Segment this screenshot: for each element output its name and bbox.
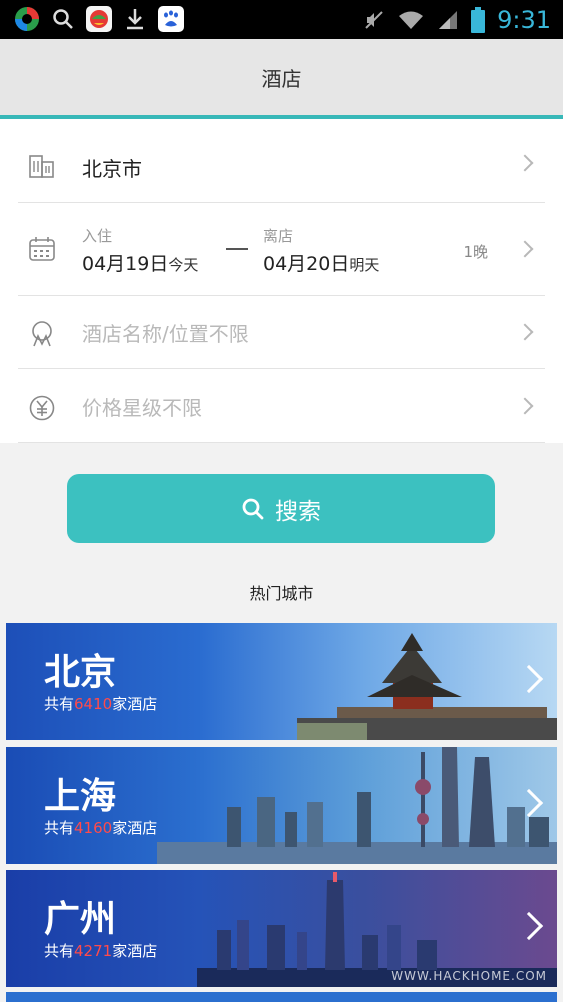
count-number: 6410 bbox=[74, 695, 113, 713]
checkin-day: 今天 bbox=[168, 256, 199, 274]
battery-icon bbox=[471, 6, 486, 33]
count-prefix: 共有 bbox=[44, 942, 75, 960]
checkout-label: 离店 bbox=[263, 227, 294, 245]
count-prefix: 共有 bbox=[44, 695, 75, 713]
date-selector[interactable]: 入住 04月19日今天 离店 04月20日明天 1晚 bbox=[18, 203, 545, 296]
checkin-date-value: 04月19日 bbox=[82, 253, 169, 275]
hotel-count: 共有4160家酒店 bbox=[44, 817, 157, 838]
count-prefix: 共有 bbox=[44, 819, 75, 837]
signal-icon bbox=[439, 10, 458, 29]
search-button-label: 搜索 bbox=[275, 498, 321, 525]
search-icon bbox=[50, 6, 76, 32]
checkout-date-value: 04月20日 bbox=[263, 253, 350, 275]
building-icon bbox=[29, 155, 54, 178]
checkout-day: 明天 bbox=[349, 256, 380, 274]
watermark: WWW.HACKHOME.COM bbox=[391, 969, 547, 983]
price-star-selector[interactable]: 价格星级不限 bbox=[18, 369, 545, 443]
count-suffix: 家酒店 bbox=[112, 942, 158, 960]
checkin-date: 04月19日今天 bbox=[82, 249, 198, 276]
chevron-right-icon bbox=[516, 397, 534, 415]
city-name: 广州 bbox=[44, 899, 117, 940]
price-star-placeholder: 价格星级不限 bbox=[82, 396, 202, 420]
hot-cities-title: 热门城市 bbox=[249, 584, 314, 603]
search-button[interactable]: 搜索 bbox=[67, 474, 495, 543]
hotel-name-selector[interactable]: 酒店名称/位置不限 bbox=[18, 296, 545, 369]
location-icon bbox=[32, 321, 52, 347]
app-icon bbox=[14, 6, 40, 32]
city-name: 上海 bbox=[44, 776, 117, 817]
shanghai-skyline-image bbox=[157, 747, 557, 864]
hotel-count: 共有4271家酒店 bbox=[44, 940, 157, 961]
city-card-shanghai[interactable]: 上海 共有4160家酒店 bbox=[6, 747, 557, 864]
chevron-right-icon bbox=[516, 154, 534, 172]
city-name: 北京 bbox=[44, 652, 117, 693]
chevron-right-icon bbox=[516, 240, 534, 258]
city-card-beijing[interactable]: 北京 共有6410家酒店 bbox=[6, 623, 557, 740]
baidu-icon bbox=[158, 6, 184, 32]
count-number: 4160 bbox=[74, 819, 113, 837]
mute-icon bbox=[365, 10, 383, 29]
title-bar: 酒店 bbox=[0, 39, 563, 115]
yuan-icon bbox=[29, 395, 55, 421]
checkout-date: 04月20日明天 bbox=[263, 249, 379, 276]
search-form: 北京市 入住 04月19日今天 离店 04月20日明天 1晚 酒店名称/位置不限 bbox=[0, 119, 563, 443]
city-selector[interactable]: 北京市 bbox=[18, 119, 545, 203]
calendar-icon bbox=[29, 237, 55, 261]
hotel-count: 共有6410家酒店 bbox=[44, 693, 157, 714]
hotel-name-placeholder: 酒店名称/位置不限 bbox=[82, 322, 249, 346]
status-bar: 9:31 bbox=[0, 0, 563, 39]
game-icon bbox=[86, 6, 112, 32]
city-card-guangzhou[interactable]: 广州 共有4271家酒店 WWW.HACKHOME.COM bbox=[6, 870, 557, 987]
city-card-next-partial[interactable] bbox=[6, 992, 557, 1002]
count-number: 4271 bbox=[74, 942, 113, 960]
checkin-label: 入住 bbox=[82, 227, 113, 245]
wifi-icon bbox=[399, 11, 424, 29]
page-title: 酒店 bbox=[261, 66, 302, 91]
search-icon bbox=[242, 498, 264, 519]
system-icons: 9:31 bbox=[363, 0, 551, 39]
count-suffix: 家酒店 bbox=[112, 695, 158, 713]
count-suffix: 家酒店 bbox=[112, 819, 158, 837]
download-icon bbox=[122, 6, 148, 32]
notification-icons bbox=[14, 6, 184, 32]
chevron-right-icon bbox=[516, 323, 534, 341]
clock: 9:31 bbox=[497, 5, 551, 34]
city-value: 北京市 bbox=[82, 157, 142, 181]
date-separator bbox=[226, 248, 248, 250]
nights-count: 1晚 bbox=[463, 243, 488, 261]
